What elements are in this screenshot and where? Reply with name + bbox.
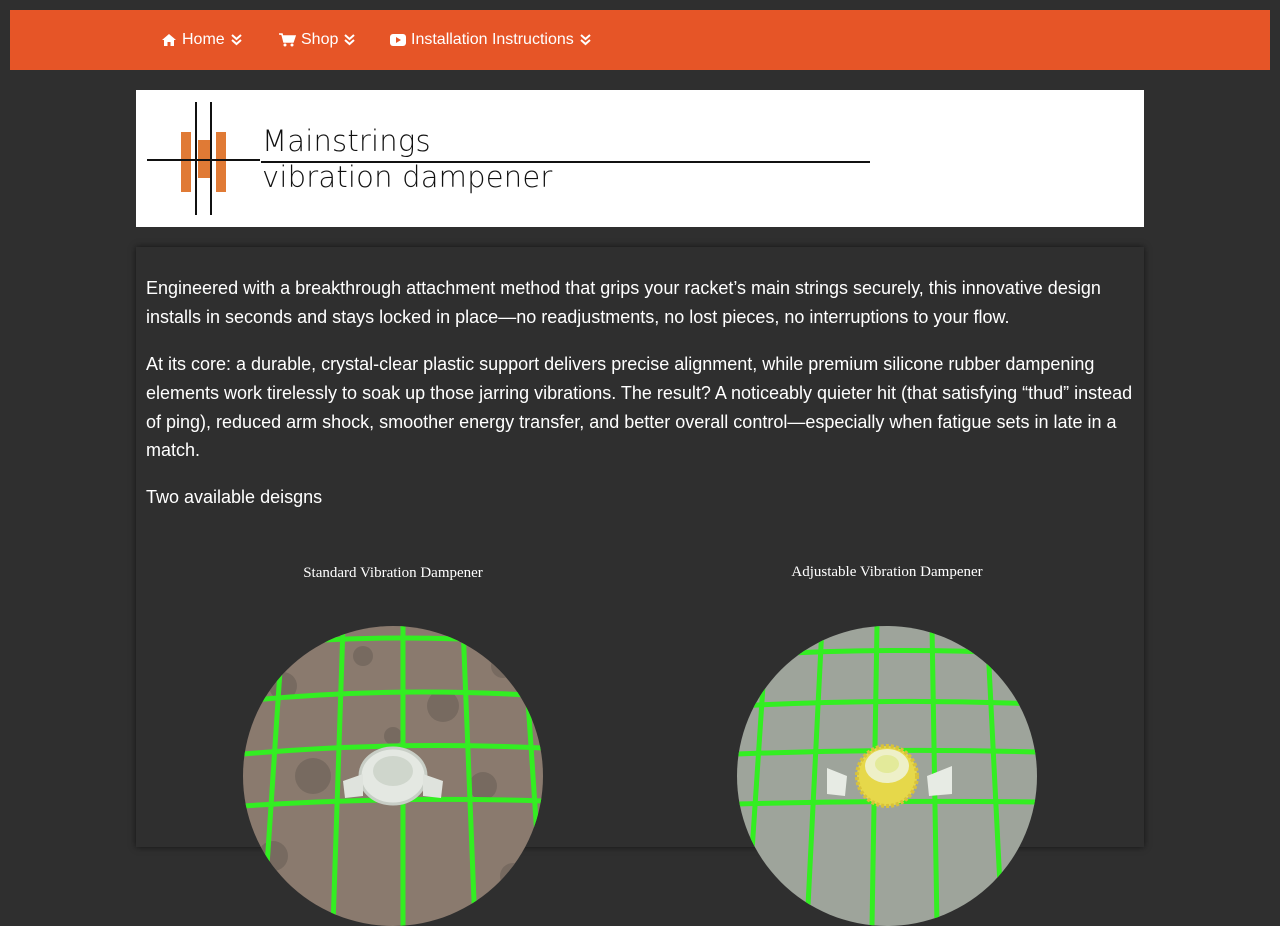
product-image-standard[interactable] <box>243 626 543 926</box>
header-banner[interactable]: Mainstrings vibration dampener <box>136 90 1144 227</box>
cart-icon <box>279 33 296 47</box>
nav-item-home[interactable]: Home <box>161 10 242 70</box>
content-card: Engineered with a breakthrough attachmen… <box>136 247 1144 926</box>
chevron-down-icon <box>344 34 356 46</box>
logo-subtitle: vibration dampener <box>262 160 553 194</box>
nav-item-installation-instructions[interactable]: Installation Instructions <box>390 10 591 70</box>
features-paragraph: At its core: a durable, crystal-clear pl… <box>146 354 1133 461</box>
chevron-down-icon <box>231 34 242 46</box>
home-icon <box>161 33 177 47</box>
product-title-standard: Standard Vibration Dampener <box>303 565 483 581</box>
product-image-adjustable[interactable] <box>737 626 1037 926</box>
logo-mark <box>147 102 870 215</box>
nav-item-shop[interactable]: Shop <box>279 10 356 70</box>
nav-label-shop: Shop <box>301 31 339 48</box>
nav-label-home: Home <box>182 31 225 48</box>
youtube-icon <box>390 34 406 46</box>
nav-label-installation-instructions: Installation Instructions <box>411 31 574 48</box>
logo-title: Mainstrings <box>262 124 431 158</box>
designs-heading: Two available deisgns <box>146 487 323 507</box>
top-navbar: Home Shop Installation Instructions <box>10 10 1270 70</box>
product-title-adjustable: Adjustable Vibration Dampener <box>791 564 983 580</box>
chevron-down-icon <box>580 34 591 46</box>
intro-paragraph: Engineered with a breakthrough attachmen… <box>146 278 1101 327</box>
